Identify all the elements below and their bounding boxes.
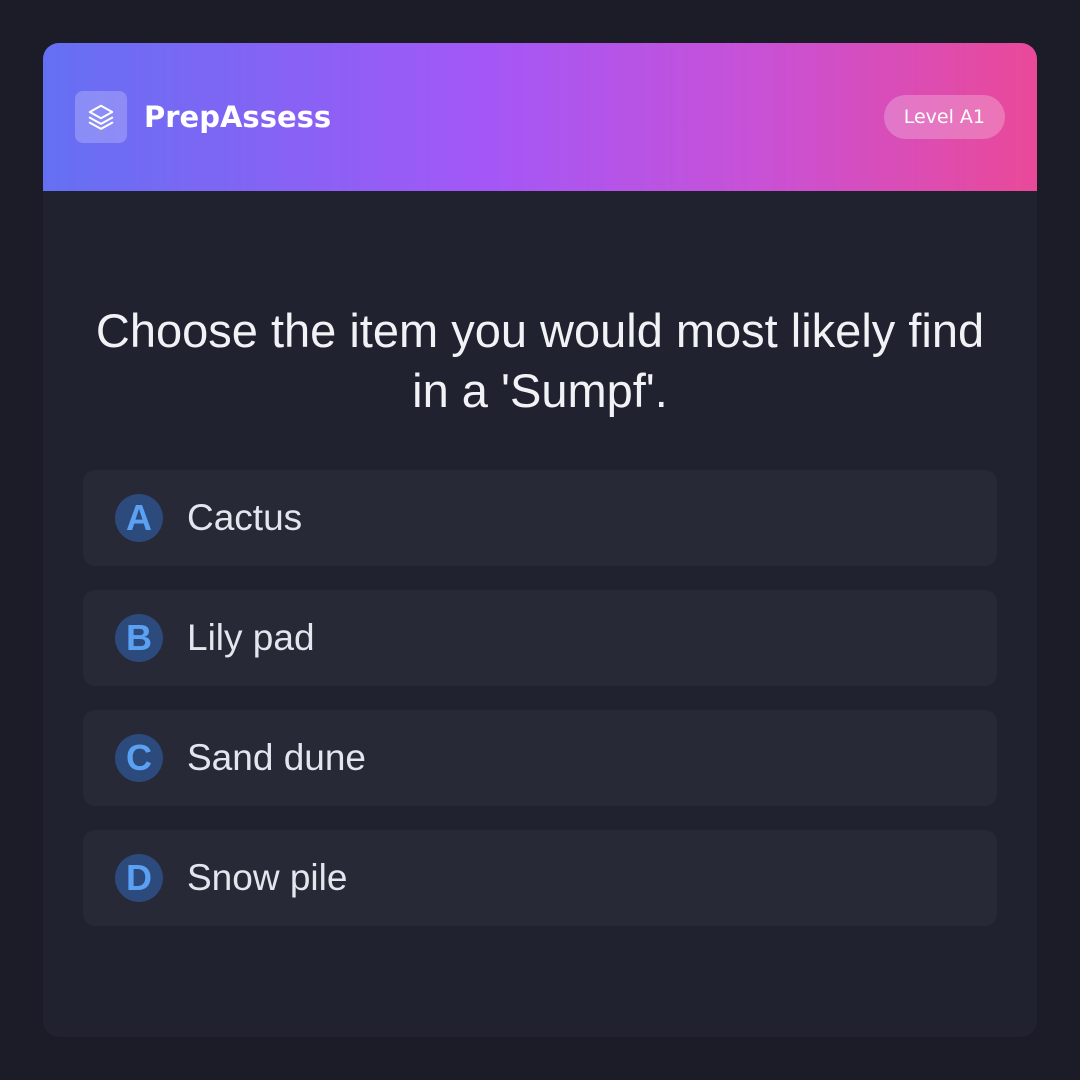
option-letter-d: D [115,854,163,902]
level-badge: Level A1 [883,95,1005,139]
option-text-c: Sand dune [187,737,367,778]
option-letter-a: A [115,494,163,542]
option-a[interactable]: A Cactus [83,470,997,566]
option-text-d: Snow pile [187,857,348,898]
brand-name: PrepAssess [144,100,332,134]
option-c[interactable]: C Sand dune [83,710,997,806]
option-letter-b: B [115,614,163,662]
option-d[interactable]: D Snow pile [83,830,997,926]
logo [75,91,127,143]
answer-options: A Cactus B Lily pad C Sand dune D Snow p… [83,470,997,950]
option-text-a: Cactus [187,497,303,538]
option-text-b: Lily pad [187,617,315,658]
question-text: Choose the item you would most likely fi… [95,304,985,417]
option-b[interactable]: B Lily pad [83,590,997,686]
quiz-card: PrepAssess Level A1 Choose the item you … [43,43,1037,1037]
layers-icon [88,104,114,130]
header-bar: PrepAssess Level A1 [43,43,1037,191]
option-letter-c: C [115,734,163,782]
